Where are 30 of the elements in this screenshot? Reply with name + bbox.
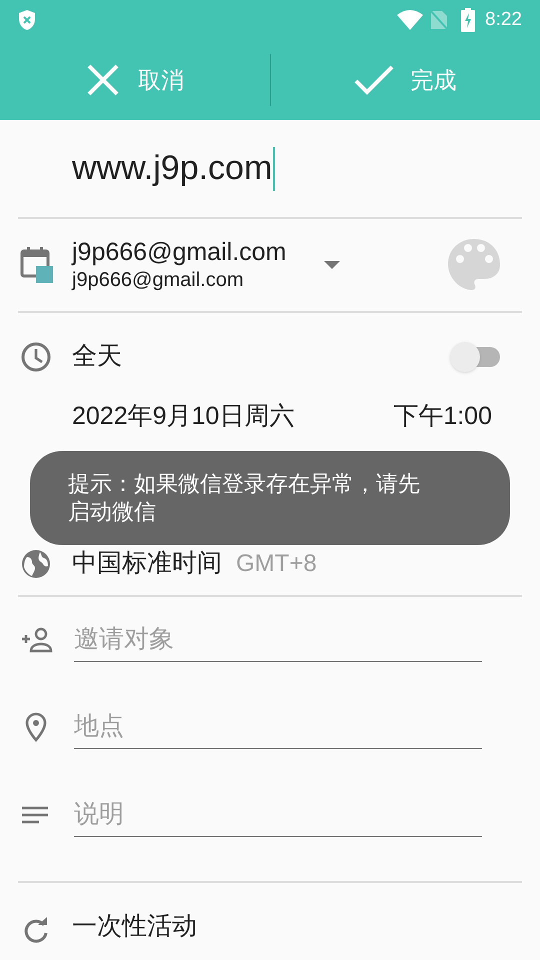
text-lines-icon bbox=[21, 805, 49, 825]
check-icon bbox=[354, 65, 394, 95]
calendar-account: j9p666@gmail.com bbox=[72, 268, 244, 293]
battery-charging-icon bbox=[461, 8, 476, 32]
timezone-name[interactable]: 中国标准时间 bbox=[72, 545, 222, 583]
toast-message: 提示：如果微信登录存在异常，请先启动微信 bbox=[68, 470, 421, 526]
timezone-offset: GMT+8 bbox=[236, 549, 317, 579]
no-sim-icon bbox=[429, 9, 450, 31]
dropdown-caret-icon bbox=[324, 261, 340, 269]
location-pin-icon bbox=[23, 712, 49, 742]
all-day-switch[interactable] bbox=[450, 340, 502, 374]
close-icon bbox=[86, 63, 120, 97]
location-input[interactable]: 地点 bbox=[74, 705, 482, 749]
calendar-name: j9p666@gmail.com bbox=[72, 237, 286, 267]
palette-icon[interactable] bbox=[446, 237, 502, 293]
wifi-icon bbox=[397, 10, 424, 30]
refresh-icon bbox=[22, 917, 50, 945]
start-time[interactable]: 下午1:00 bbox=[393, 398, 492, 436]
calendar-icon bbox=[20, 246, 54, 284]
start-date[interactable]: 2022年9月10日周六 bbox=[72, 398, 294, 436]
shield-icon bbox=[18, 9, 36, 31]
clock-icon bbox=[20, 341, 52, 373]
guests-input[interactable]: 邀请对象 bbox=[74, 618, 482, 662]
globe-icon bbox=[20, 548, 52, 580]
title-input[interactable]: www.j9p.com bbox=[72, 143, 276, 194]
all-day-label: 全天 bbox=[72, 341, 122, 372]
description-input[interactable]: 说明 bbox=[74, 793, 482, 837]
repeat-label[interactable]: 一次性活动 bbox=[72, 908, 197, 945]
calendar-dropdown[interactable]: j9p666@gmail.com j9p666@gmail.com bbox=[72, 237, 340, 293]
clock-time: 8:22 bbox=[485, 8, 522, 32]
